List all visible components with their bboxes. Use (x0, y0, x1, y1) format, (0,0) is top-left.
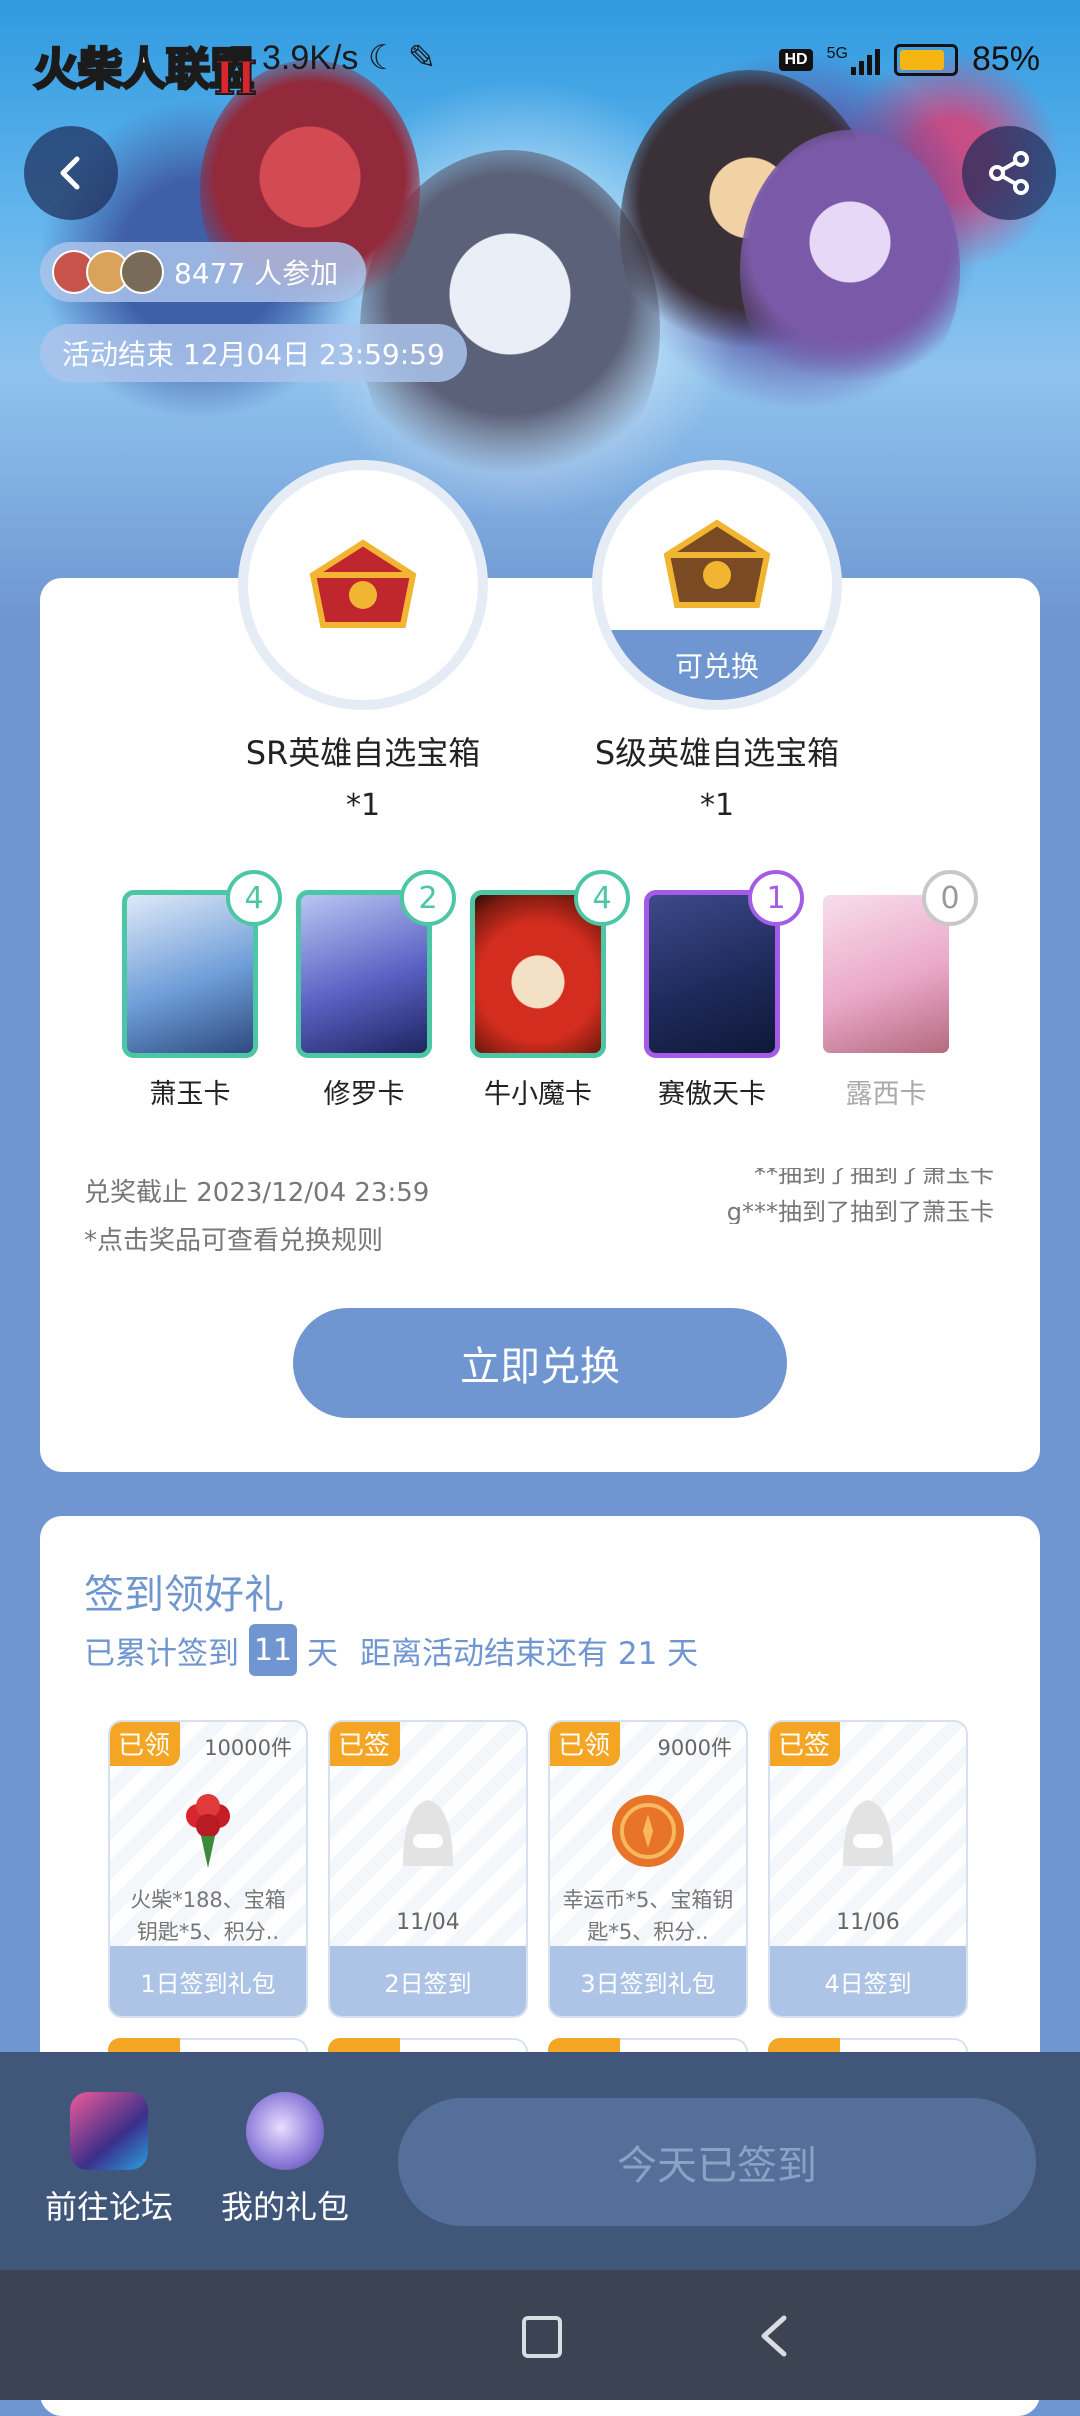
bouquet-icon (186, 1794, 230, 1868)
participants-count: 8477 人参加 (174, 257, 339, 290)
reward-description: 幸运币*5、宝箱钥匙*5、积分.. (562, 1888, 734, 1944)
signal-icon: 5G (827, 45, 880, 75)
prize-name: SR英雄自选宝箱 (245, 734, 481, 772)
hero-card[interactable]: 4 牛小魔卡 (470, 870, 630, 1111)
rule-tip: *点击奖品可查看兑换规则 (84, 1226, 384, 1256)
hero-card[interactable]: 4 萧玉卡 (122, 870, 282, 1111)
hero-card[interactable]: 1 赛傲天卡 (644, 870, 804, 1111)
hero-character-art (740, 130, 960, 410)
prize-circle[interactable] (238, 460, 488, 710)
hero-card-count: 1 (748, 870, 804, 926)
placeholder-icon (403, 1800, 453, 1866)
hero-cards-row: 4 萧玉卡 2 修罗卡 4 牛小魔卡 1 赛傲天卡 0 露西卡 (122, 870, 978, 1111)
stock-count: 10000件 (204, 1736, 292, 1760)
prize-name: S级英雄自选宝箱 (594, 734, 840, 772)
signin-date: 11/06 (836, 1910, 900, 1935)
prize-s-chest[interactable]: 可兑换 S级英雄自选宝箱 *1 (552, 460, 882, 823)
hero-card[interactable]: 2 修罗卡 (296, 870, 456, 1111)
share-icon (989, 151, 1029, 195)
activity-end-time: 活动结束 12月04日 23:59:59 (40, 324, 467, 382)
marquee-line: **抽到了抽到了萧玉卡 (754, 1168, 994, 1188)
hd-badge: HD (779, 48, 813, 71)
prize-quantity: *1 (345, 788, 381, 823)
hero-card-name: 露西卡 (845, 1079, 927, 1110)
forum-label: 前往论坛 (44, 2188, 173, 2226)
signed-tag: 已签 (330, 1722, 400, 1766)
gift-icon (246, 2092, 324, 2170)
signed-today-button[interactable]: 今天已签到 (398, 2098, 1036, 2226)
my-gifts-button[interactable]: 我的礼包 (210, 2092, 360, 2228)
forum-icon (70, 2092, 148, 2170)
silent-icon: ✎ (407, 39, 437, 77)
treasure-chest-icon (663, 519, 771, 608)
battery-percent: 85% (971, 40, 1040, 78)
hero-banner: 火柴人联盟 II 3.9K/s ☾ ✎ HD 5G 85% 8477 人参加 活… (0, 0, 1080, 620)
game-logo: 火柴人联盟 II (28, 28, 268, 108)
winners-marquee: **抽到了抽到了萧玉卡 g***抽到了抽到了萧玉卡 (694, 1168, 994, 1224)
day-label: 3日签到礼包 (550, 1946, 746, 2016)
back-nav-icon[interactable] (756, 2314, 790, 2358)
game-logo-mark: II (214, 51, 257, 105)
remaining-days: 距离活动结束还有 21 天 (360, 1635, 699, 1672)
stock-count: 9000件 (657, 1736, 732, 1760)
day-label: 4日签到 (770, 1946, 966, 2016)
status-bar: 火柴人联盟 II 3.9K/s ☾ ✎ HD 5G 85% (0, 0, 1080, 120)
redeem-now-button[interactable]: 立即兑换 (293, 1308, 787, 1418)
participants-pill: 8477 人参加 (40, 242, 367, 302)
signin-date: 11/04 (396, 1910, 460, 1935)
system-nav-bar (0, 2270, 1080, 2400)
day-card[interactable]: 已领 9000件 幸运币*5、宝箱钥匙*5、积分.. 3日签到礼包 (548, 1720, 748, 2018)
signin-sub-prefix: 已累计签到 (84, 1635, 239, 1672)
share-button[interactable] (962, 126, 1056, 220)
prize-sr-chest[interactable]: SR英雄自选宝箱 *1 (198, 460, 528, 823)
placeholder-icon (843, 1800, 893, 1866)
redeem-deadline: 兑奖截止 2023/12/04 23:59 (84, 1178, 430, 1208)
home-icon[interactable] (522, 2316, 562, 2358)
marquee-line: g***抽到了抽到了萧玉卡 (726, 1198, 994, 1224)
bottom-action-bar: 前往论坛 我的礼包 今天已签到 (0, 2052, 1080, 2270)
participant-avatars (52, 250, 164, 294)
signed-tag: 已签 (770, 1722, 840, 1766)
forum-button[interactable]: 前往论坛 (34, 2092, 184, 2228)
hero-card-count: 2 (400, 870, 456, 926)
hero-card-name: 修罗卡 (323, 1079, 405, 1110)
signin-days-row: 已领 10000件 火柴*188、宝箱钥匙*5、积分.. 1日签到礼包 已签 1… (108, 1720, 968, 2018)
day-label: 2日签到 (330, 1946, 526, 2016)
day-card[interactable]: 已领 10000件 火柴*188、宝箱钥匙*5、积分.. 1日签到礼包 (108, 1720, 308, 2018)
back-button[interactable] (24, 126, 118, 220)
signed-days-count: 11 (249, 1624, 297, 1676)
day-label: 1日签到礼包 (110, 1946, 306, 2016)
treasure-chest-icon (309, 539, 417, 628)
reward-description: 火柴*188、宝箱钥匙*5、积分.. (130, 1888, 286, 1944)
avatar (120, 250, 164, 294)
prize-circle[interactable]: 可兑换 (592, 460, 842, 710)
day-card[interactable]: 已签 11/06 4日签到 (768, 1720, 968, 2018)
hero-card-count: 4 (574, 870, 630, 926)
signin-summary: 已累计签到 11 天 距离活动结束还有 21 天 (84, 1624, 698, 1676)
chevron-left-icon (60, 156, 80, 190)
moon-icon: ☾ (367, 39, 399, 77)
hero-card-count: 4 (226, 870, 282, 926)
my-gifts-label: 我的礼包 (220, 2188, 349, 2226)
network-type: 5G (826, 44, 848, 62)
redeemable-badge: 可兑换 (602, 630, 832, 700)
hero-card-count: 0 (922, 870, 978, 926)
hero-card-name: 萧玉卡 (149, 1079, 231, 1110)
battery-icon (893, 43, 958, 76)
coin-icon (612, 1795, 684, 1867)
claimed-tag: 已领 (550, 1722, 620, 1766)
hero-card-name: 赛傲天卡 (658, 1079, 766, 1110)
day-card[interactable]: 已签 11/04 2日签到 (328, 1720, 528, 2018)
status-icons: HD 5G 85% (779, 40, 1040, 79)
hero-card-name: 牛小魔卡 (484, 1079, 592, 1110)
hero-card[interactable]: 0 露西卡 (818, 870, 978, 1111)
exchange-card: SR英雄自选宝箱 *1 可兑换 S级英雄自选宝箱 *1 4 萧玉卡 2 修罗卡 … (40, 460, 1040, 1472)
signin-sub-suffix: 天 (307, 1635, 338, 1672)
network-speed-value: 3.9K/s (262, 39, 359, 77)
claimed-tag: 已领 (110, 1722, 180, 1766)
prize-quantity: *1 (699, 788, 735, 823)
network-speed: 3.9K/s ☾ ✎ (262, 38, 436, 78)
signin-title: 签到领好礼 (84, 1572, 284, 1618)
